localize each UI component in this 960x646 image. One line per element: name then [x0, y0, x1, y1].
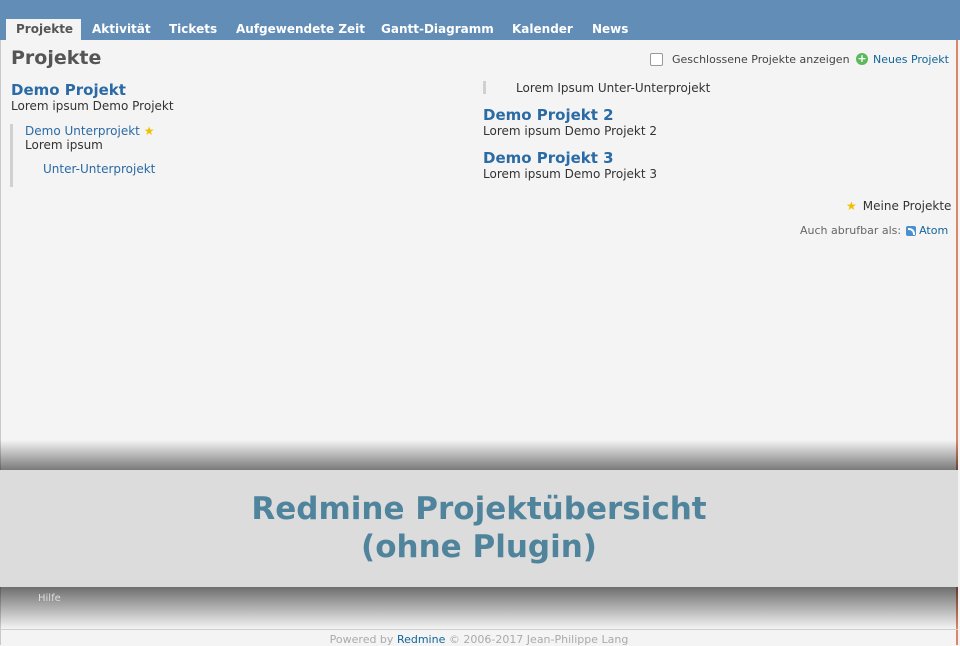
main-menu: Projekte Aktivität Tickets Aufgewendete …: [0, 0, 960, 40]
closed-projects-toggle[interactable]: Geschlossene Projekte anzeigen: [650, 51, 850, 67]
faint-footer-text: Hilfe: [38, 593, 61, 604]
banner-shadow-top: [0, 440, 958, 470]
footer-copyright: © 2006-2017 Jean-Philippe Lang: [445, 633, 629, 646]
banner-title-line2: (ohne Plugin): [361, 529, 597, 565]
tab-kalender[interactable]: Kalender: [502, 19, 583, 40]
my-projects-label: Meine Projekte: [862, 199, 952, 213]
tab-news[interactable]: News: [582, 19, 638, 40]
star-icon: ★: [846, 199, 857, 213]
feed-icon: [906, 225, 917, 236]
closed-projects-checkbox[interactable]: [650, 52, 663, 66]
project-link-demo-3[interactable]: Demo Projekt 3: [483, 149, 614, 167]
footer-prefix: Powered by: [329, 633, 397, 646]
tab-aufgewendete-zeit[interactable]: Aufgewendete Zeit: [226, 19, 375, 40]
footer-divider: [0, 629, 958, 630]
project-description: Lorem ipsum Demo Projekt 2: [483, 124, 658, 138]
tab-gantt-diagramm[interactable]: Gantt-Diagramm: [371, 19, 504, 40]
project-link-demo-2[interactable]: Demo Projekt 2: [483, 106, 614, 124]
new-project-link[interactable]: + Neues Projekt: [856, 51, 949, 67]
page-title: Projekte: [11, 47, 102, 69]
tab-aktivitaet[interactable]: Aktivität: [82, 19, 161, 40]
add-icon: +: [856, 52, 868, 65]
project-description: Lorem ipsum Demo Projekt: [11, 99, 174, 113]
project-description: Lorem ipsum Demo Projekt 3: [483, 167, 658, 181]
banner-title-line1: Redmine Projektübersicht: [251, 491, 707, 527]
banner-title: Redmine Projektübersicht (ohne Plugin): [0, 490, 958, 566]
footer: Powered by Redmine © 2006-2017 Jean-Phil…: [0, 633, 958, 646]
subproject-indent-line: [10, 124, 13, 187]
banner-shadow-bottom: [0, 587, 958, 629]
other-formats: Auch abrufbar als: Atom: [800, 224, 948, 237]
project-link-demo[interactable]: Demo Projekt: [11, 81, 126, 99]
also-available-label: Auch abrufbar als:: [800, 224, 902, 237]
project-link-demo-unterprojekt[interactable]: Demo Unterprojekt ★: [25, 124, 154, 138]
subproject-description: Lorem ipsum: [25, 138, 103, 152]
subsubproject-description: Lorem Ipsum Unter-Unterprojekt: [516, 81, 711, 95]
subproject-name[interactable]: Demo Unterprojekt: [25, 124, 140, 138]
atom-link[interactable]: Atom: [919, 224, 948, 237]
new-project-label: Neues Projekt: [873, 52, 949, 66]
tab-tickets[interactable]: Tickets: [159, 19, 227, 40]
my-projects-legend: ★ Meine Projekte: [846, 199, 951, 213]
redmine-link[interactable]: Redmine: [397, 633, 445, 646]
closed-projects-label: Geschlossene Projekte anzeigen: [672, 52, 850, 66]
project-link-unter-unterprojekt[interactable]: Unter-Unterprojekt: [43, 162, 155, 176]
star-icon: ★: [143, 124, 155, 138]
subsubproject-indent-line: [483, 81, 486, 94]
tab-projekte[interactable]: Projekte: [6, 19, 81, 40]
